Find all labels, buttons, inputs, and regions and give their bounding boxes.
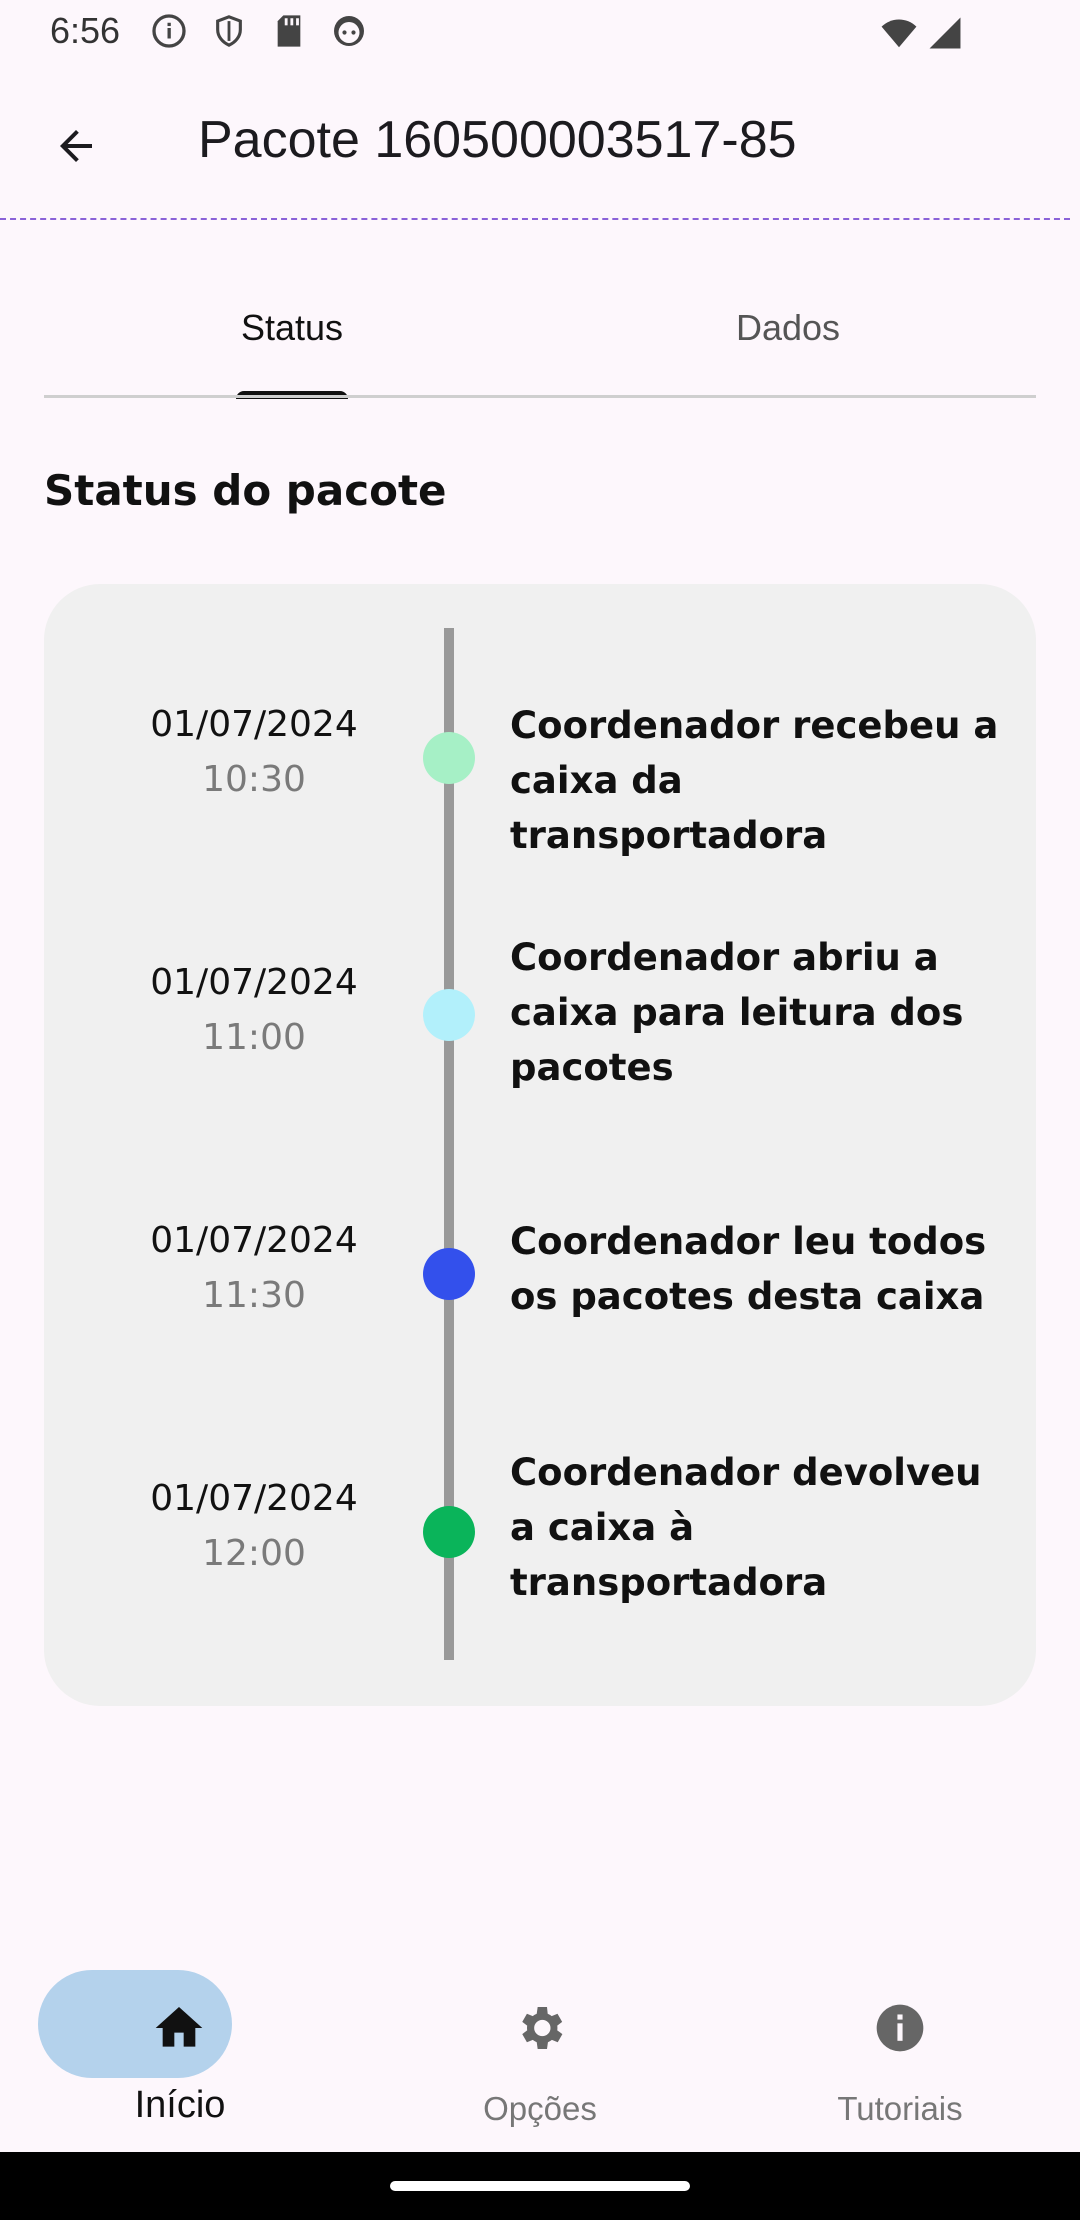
event-date: 01/07/2024 [150, 962, 358, 1003]
event-dot [423, 989, 475, 1041]
event-description-line: a caixa à [510, 1506, 695, 1549]
event-date: 01/07/2024 [150, 1220, 358, 1261]
event-description-line: Coordenador recebeu a [510, 704, 999, 747]
nav-label-tutoriais: Tutoriais [837, 2090, 963, 2127]
tab-status[interactable]: Status [44, 285, 540, 397]
event-description-line: caixa da transportadora [510, 759, 828, 857]
bottom-navigation: Início Opções Tutoriais [0, 1944, 1080, 2152]
event-description-line: Coordenador devolveu [510, 1451, 982, 1494]
event-time: 10:30 [202, 759, 306, 800]
event-description: Coordenador devolveu a caixa à transport… [510, 1445, 1010, 1610]
nav-item-tutoriais[interactable]: Tutoriais [720, 1944, 1080, 2152]
event-dot [423, 1248, 475, 1300]
event-description: Coordenador leu todos os pacotes desta c… [510, 1214, 1010, 1324]
status-icons-left [150, 12, 368, 50]
status-bar: 6:56 [0, 0, 1080, 66]
nav-item-opcoes[interactable]: Opções [360, 1944, 720, 2152]
event-date: 01/07/2024 [150, 1478, 358, 1519]
timeline-card: 01/07/2024 10:30 Coordenador recebeu a c… [44, 584, 1036, 1706]
tab-divider [44, 395, 1036, 398]
event-description-line: Coordenador abriu a [510, 936, 939, 979]
tab-status-label: Status [240, 307, 344, 348]
event-dot [423, 1506, 475, 1558]
event-description-line: os pacotes desta caixa [510, 1275, 985, 1318]
event-description: Coordenador abriu a caixa para leitura d… [510, 930, 1010, 1095]
nav-label-inicio: Início [134, 2084, 226, 2126]
gear-icon [512, 2000, 568, 2056]
back-button[interactable] [44, 114, 108, 178]
event-description-line: pacotes [510, 1046, 674, 1089]
system-navigation-bar [0, 2152, 1080, 2220]
android-face-icon [330, 12, 368, 50]
info-icon [150, 12, 188, 50]
nav-label-opcoes: Opções [483, 2090, 597, 2127]
header-divider [0, 218, 1070, 220]
event-time: 11:30 [202, 1275, 306, 1316]
info-icon [872, 2000, 928, 2056]
tab-dados[interactable]: Dados [540, 285, 1036, 397]
sd-card-icon [270, 12, 308, 50]
event-description-line: transportadora [510, 1561, 828, 1604]
event-time: 12:00 [202, 1533, 306, 1574]
nav-item-inicio[interactable]: Início [0, 1944, 360, 2152]
tab-bar: Status Dados [44, 285, 1036, 399]
page-title: Pacote 160500003517-85 [198, 111, 797, 169]
event-dot [423, 732, 475, 784]
status-time: 6:56 [50, 10, 121, 51]
home-icon [151, 2000, 207, 2056]
arrow-left-icon [60, 130, 92, 162]
event-description-line: caixa para leitura dos [510, 991, 964, 1034]
event-description-line: Coordenador leu todos [510, 1220, 987, 1263]
event-time: 11:00 [202, 1017, 306, 1058]
event-description: Coordenador recebeu a caixa da transport… [510, 698, 1010, 863]
event-date: 01/07/2024 [150, 704, 358, 745]
top-app-bar: Pacote 160500003517-85 [0, 66, 1080, 222]
gesture-handle[interactable] [390, 2181, 690, 2191]
signal-icon [926, 14, 964, 52]
section-title: Status do pacote [44, 466, 447, 515]
status-icons-right [880, 14, 964, 52]
shield-icon [210, 12, 248, 50]
wifi-icon [880, 14, 918, 52]
tab-dados-label: Dados [735, 307, 841, 348]
